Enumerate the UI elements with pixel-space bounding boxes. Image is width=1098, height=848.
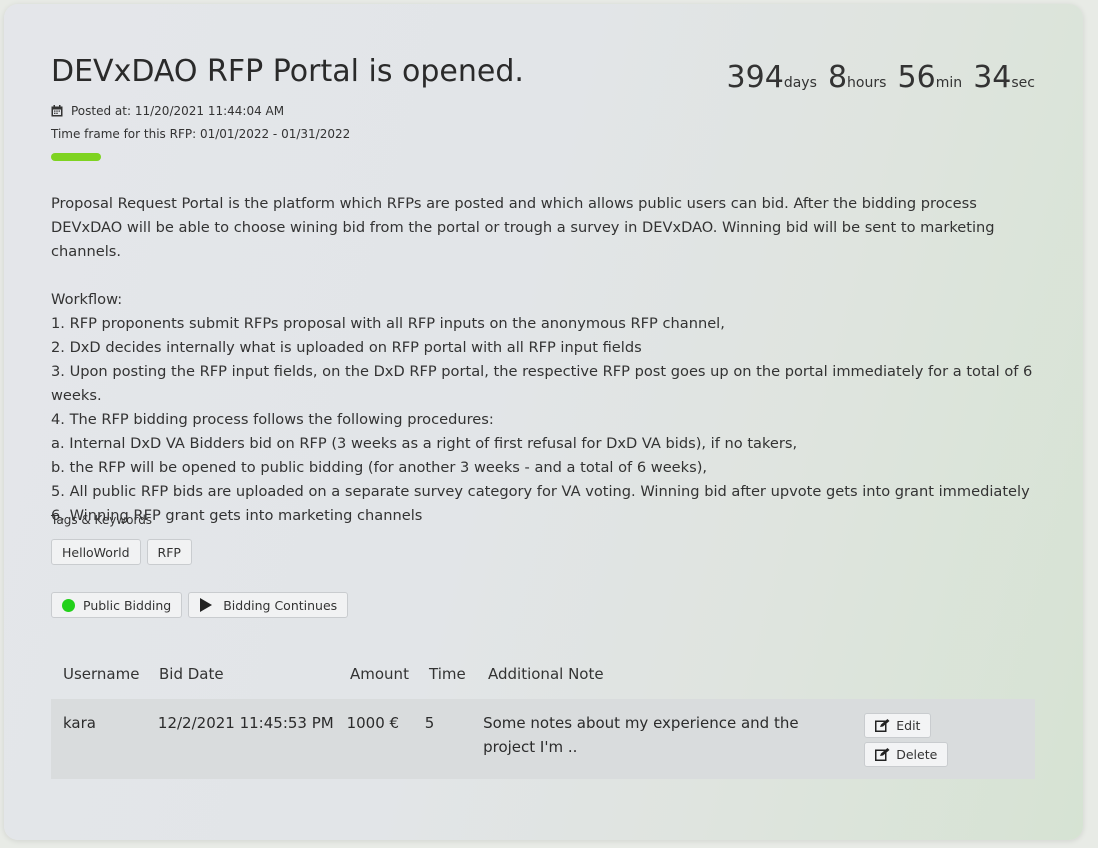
table-header: Username Bid Date Amount Time Additional… (51, 656, 1035, 699)
tag-rfp[interactable]: RFP (146, 539, 192, 565)
timeframe-label: Time frame for this RFP: (51, 127, 197, 141)
delete-button[interactable]: Delete (864, 742, 949, 767)
countdown-seconds-unit: sec (1011, 75, 1035, 91)
timeframe: Time frame for this RFP: 01/01/2022 - 01… (51, 127, 350, 141)
status-badges: Public Bidding Bidding Continues (51, 592, 349, 618)
delete-label: Delete (896, 747, 938, 762)
rfp-card: DEVxDAO RFP Portal is opened. 394days 8h… (4, 4, 1083, 840)
countdown-minutes-unit: min (935, 75, 963, 91)
cell-amount: 1000 € (346, 714, 400, 732)
table-row: kara 12/2/2021 11:45:53 PM 1000 € 5 Some… (51, 699, 1035, 779)
public-bidding-badge: Public Bidding (51, 592, 183, 618)
public-bidding-label: Public Bidding (83, 597, 172, 613)
page-title: DEVxDAO RFP Portal is opened. (51, 54, 524, 89)
tag-helloworld[interactable]: HelloWorld (51, 539, 141, 565)
row-actions: Edit Delete (852, 711, 1035, 767)
posted-label: Posted at: (71, 104, 132, 118)
bidding-continues-badge: Bidding Continues (188, 592, 349, 618)
workflow-line: b. the RFP will be opened to public bidd… (51, 459, 708, 476)
cell-note: Some notes about my experience and the p… (483, 714, 799, 756)
tags-heading: Tags & Keywords (51, 513, 153, 527)
workflow-line: 5. All public RFP bids are uploaded on a… (51, 483, 1030, 500)
progress-bar (51, 153, 101, 161)
calendar-icon (51, 105, 63, 117)
edit-icon (875, 719, 890, 732)
countdown-days: 394 (726, 60, 784, 95)
workflow-line: 4. The RFP bidding process follows the f… (51, 411, 494, 428)
countdown-minutes: 56 (897, 60, 936, 95)
countdown-hours: 8 (827, 60, 848, 95)
edit-button[interactable]: Edit (864, 713, 932, 738)
workflow-line: 1. RFP proponents submit RFPs proposal w… (51, 315, 725, 332)
header-username: Username (63, 665, 140, 683)
workflow-line: a. Internal DxD VA Bidders bid on RFP (3… (51, 435, 798, 452)
rfp-description: Proposal Request Portal is the platform … (51, 192, 1035, 528)
header-actions (862, 656, 1035, 662)
posted-date: 11/20/2021 11:44:04 AM (134, 104, 285, 118)
header-bid-date: Bid Date (159, 665, 224, 683)
timeframe-value: 01/01/2022 - 01/31/2022 (199, 127, 351, 141)
edit-label: Edit (896, 718, 921, 733)
bidding-continues-label: Bidding Continues (223, 597, 338, 613)
cell-username: kara (63, 714, 96, 732)
cell-time: 5 (424, 714, 435, 732)
bids-table: Username Bid Date Amount Time Additional… (51, 656, 1035, 779)
countdown-seconds: 34 (973, 60, 1012, 95)
countdown-days-unit: days (783, 75, 817, 91)
workflow-line: Workflow: (51, 291, 123, 308)
header-note: Additional Note (488, 665, 604, 683)
countdown-timer: 394days 8hours 56min 34sec (727, 60, 1035, 95)
tag-list: HelloWorld RFP (51, 539, 192, 565)
countdown-hours-unit: hours (847, 75, 887, 91)
posted-at: Posted at: 11/20/2021 11:44:04 AM (51, 104, 284, 118)
cell-bid-date: 12/2/2021 11:45:53 PM (157, 714, 334, 732)
play-icon (200, 598, 213, 612)
edit-icon (875, 748, 890, 761)
status-dot-icon (62, 598, 75, 612)
header-amount: Amount (350, 665, 409, 683)
workflow-line: 3. Upon posting the RFP input fields, on… (51, 363, 1033, 404)
header-time: Time (429, 665, 466, 683)
workflow-line: 2. DxD decides internally what is upload… (51, 339, 642, 356)
description-intro: Proposal Request Portal is the platform … (51, 195, 995, 260)
workflow-line: 6. Winning RFP grant gets into marketing… (51, 507, 423, 524)
